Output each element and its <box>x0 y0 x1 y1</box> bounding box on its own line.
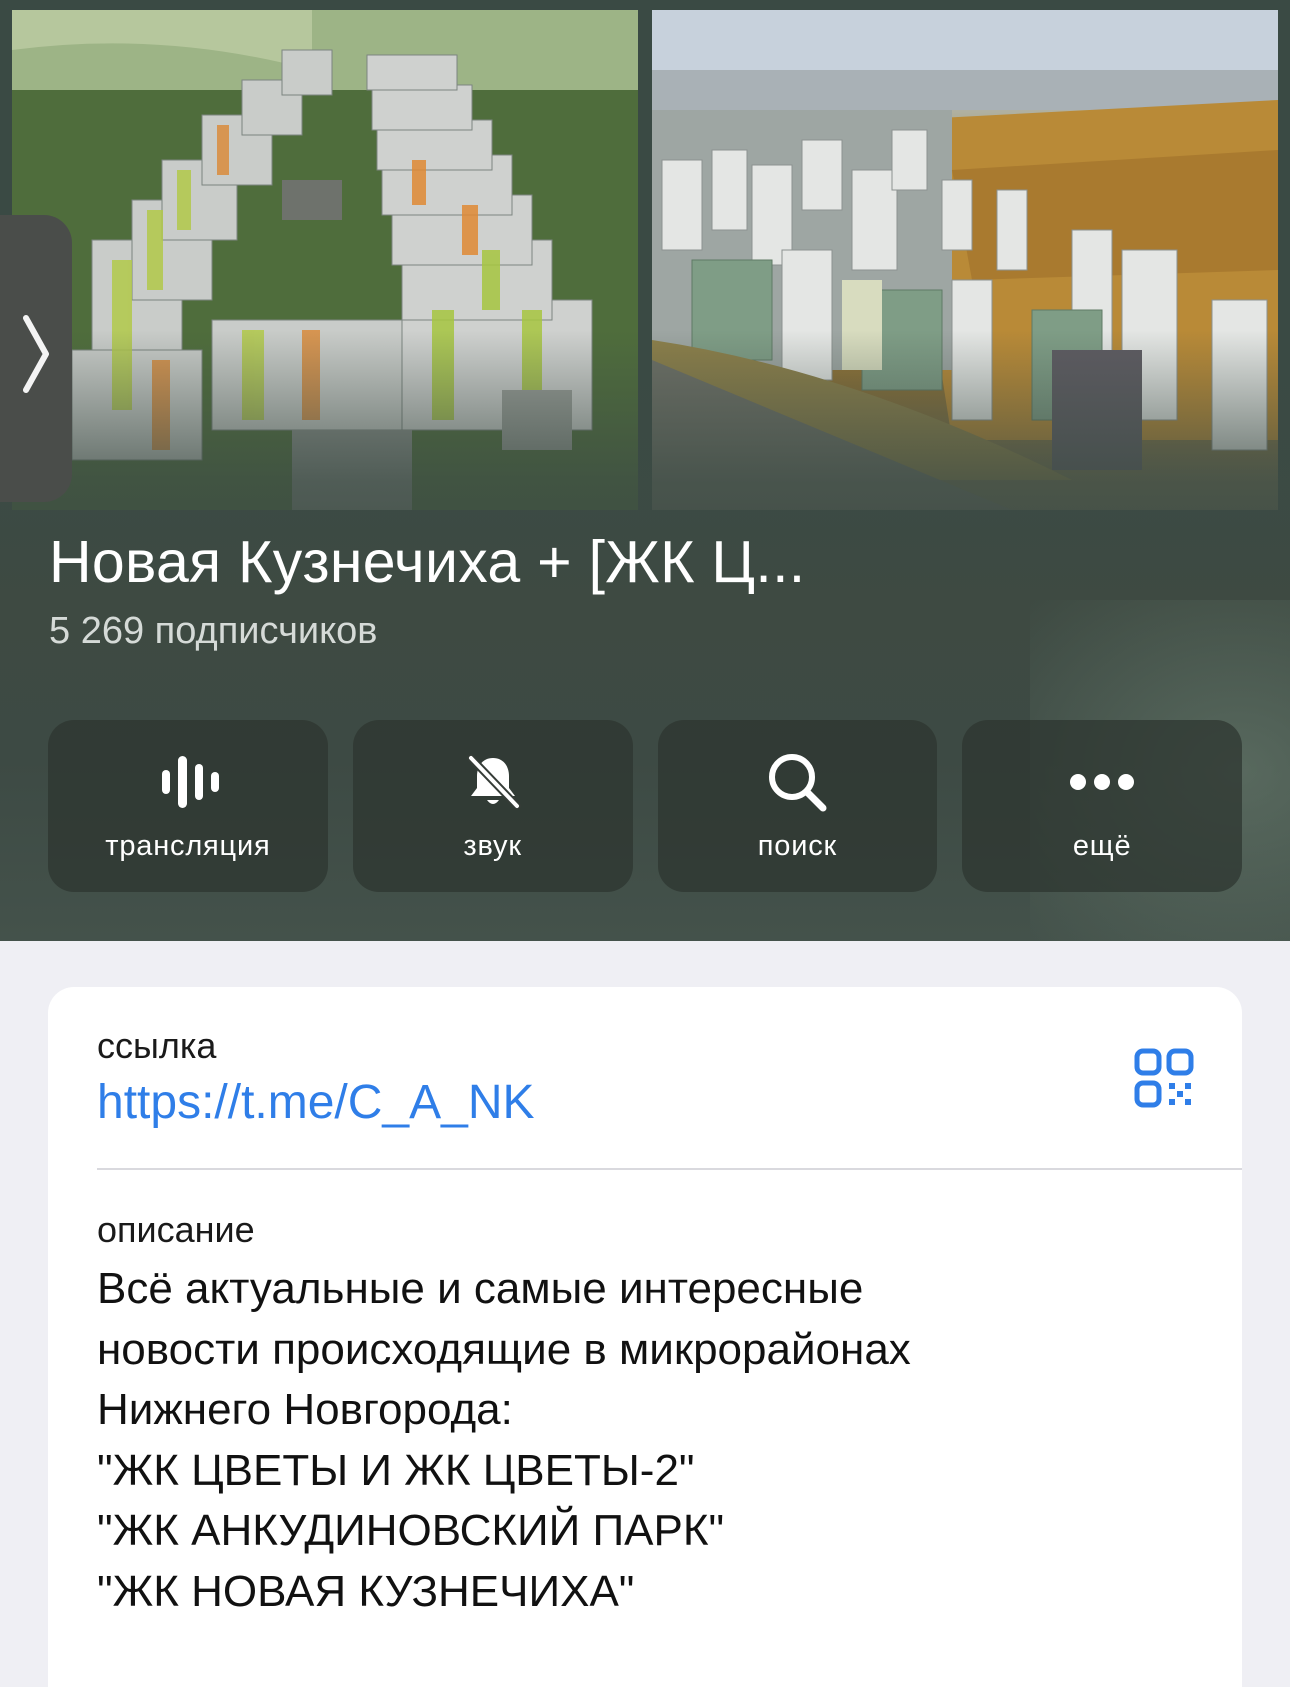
sound-button[interactable]: звук <box>352 720 633 892</box>
description-line: "ЖК НОВАЯ КУЗНЕЧИХА" <box>97 1566 635 1616</box>
action-bar: трансляция звук поиск ещё <box>48 720 1242 892</box>
bell-muted-icon <box>453 750 533 814</box>
live-stream-icon <box>148 750 228 814</box>
description-line: Всё актуальные и самые интересные <box>97 1264 864 1313</box>
more-button[interactable]: ещё <box>962 720 1242 892</box>
link-label: ссылка <box>97 1025 217 1066</box>
channel-description: Всё актуальные и самые интересные новост… <box>97 1259 1197 1622</box>
search-icon <box>757 750 837 814</box>
channel-cover: Новая Кузнечиха + [ЖК Ц... 5 269 подписч… <box>0 0 1290 941</box>
more-label: ещё <box>1072 829 1132 862</box>
side-panel-toggle[interactable] <box>0 215 72 502</box>
channel-link[interactable]: https://t.me/C_A_NK <box>97 1075 535 1130</box>
search-button[interactable]: поиск <box>657 720 938 892</box>
description-line: Нижнего Новгорода: <box>97 1385 513 1434</box>
subscriber-count: 5 269 подписчиков <box>49 610 378 652</box>
qr-code-icon <box>1133 1048 1195 1113</box>
qr-code-button[interactable] <box>1133 1047 1195 1114</box>
live-stream-button[interactable]: трансляция <box>48 720 328 892</box>
sound-label: звук <box>463 829 522 862</box>
channel-title: Новая Кузнечиха + [ЖК Ц... <box>49 529 806 595</box>
live-stream-label: трансляция <box>105 829 271 862</box>
divider <box>97 1168 1242 1170</box>
channel-info-card: ссылка https://t.me/C_A_NK описание Всё … <box>48 987 1242 1687</box>
search-label: поиск <box>757 829 837 862</box>
chevron-right-icon <box>22 314 50 404</box>
description-line: "ЖК ЦВЕТЫ И ЖК ЦВЕТЫ-2" <box>97 1445 695 1495</box>
description-line: "ЖК АНКУДИНОВСКИЙ ПАРК" <box>97 1506 725 1555</box>
description-line: новости происходящие в микрорайонах <box>97 1324 911 1374</box>
description-label: описание <box>97 1209 255 1250</box>
more-dots-icon <box>1062 750 1142 814</box>
